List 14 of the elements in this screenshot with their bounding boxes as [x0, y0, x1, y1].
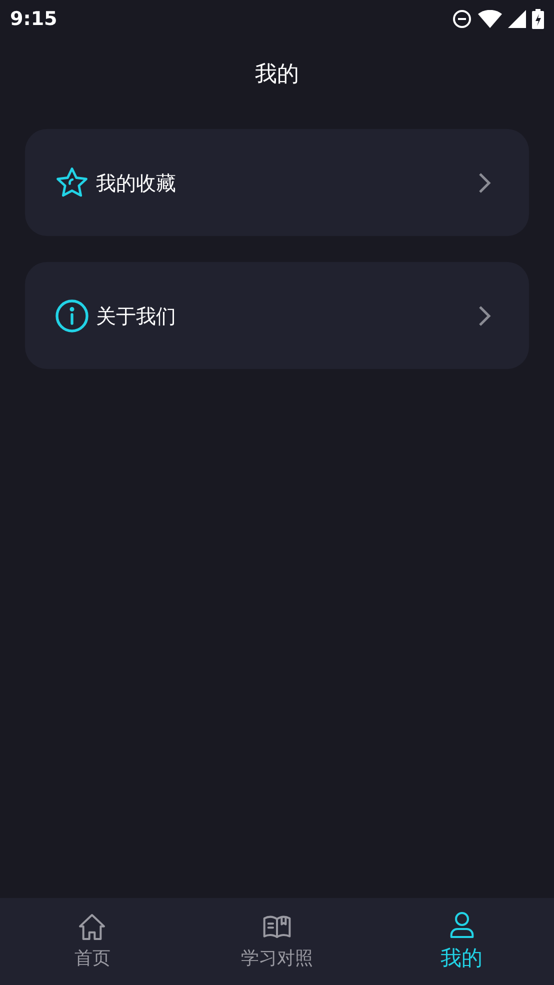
- do-not-disturb-icon: [452, 9, 472, 29]
- page-title: 我的: [255, 61, 299, 89]
- info-icon: [54, 298, 90, 334]
- menu-item[interactable]: 关于我们: [25, 262, 529, 369]
- chevron-right-icon: [477, 170, 491, 194]
- chevron-right-icon: [477, 304, 491, 328]
- nav-tab[interactable]: 我的: [369, 908, 554, 974]
- nav-tab[interactable]: 首页: [0, 911, 185, 972]
- signal-icon: [508, 10, 526, 28]
- battery-icon: [532, 9, 544, 29]
- status-time: 9:15: [10, 6, 58, 32]
- menu-item[interactable]: 我的收藏: [25, 129, 529, 236]
- wifi-icon: [478, 10, 502, 28]
- nav-tab[interactable]: 学习对照: [184, 911, 370, 972]
